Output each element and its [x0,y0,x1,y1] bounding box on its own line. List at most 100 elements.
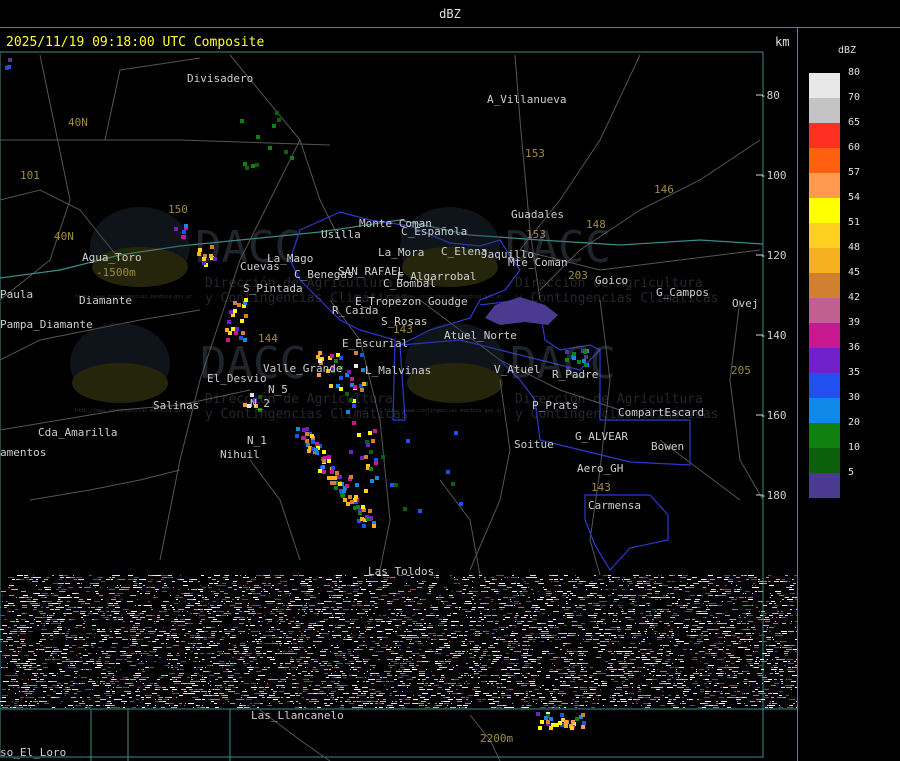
noise-pixel [661,575,662,576]
noise-pixel [332,597,337,598]
noise-pixel [640,671,641,672]
noise-pixel [768,575,771,576]
place-label: 144 [258,332,278,345]
noise-pixel [58,587,61,588]
noise-pixel [662,667,663,668]
noise-pixel [7,663,8,664]
noise-pixel [204,609,208,610]
noise-pixel [730,657,735,658]
place-label: L_Malvinas [365,364,431,377]
noise-pixel [203,671,208,672]
noise-pixel [519,603,521,604]
noise-pixel [98,607,103,608]
noise-pixel [340,671,343,672]
noise-pixel [62,607,64,608]
noise-pixel [725,673,726,674]
noise-pixel [204,639,207,640]
noise-pixel [177,663,180,664]
noise-pixel [108,611,109,612]
radar-echo [418,509,422,513]
noise-pixel [377,575,381,576]
noise-pixel [708,579,709,580]
noise-pixel [65,645,69,646]
noise-pixel [419,675,425,676]
radar-echo [374,458,378,462]
noise-pixel [758,591,763,592]
noise-pixel [429,585,435,586]
noise-pixel [578,647,583,648]
noise-pixel [599,629,603,630]
noise-pixel [586,633,592,634]
noise-pixel [728,645,731,646]
noise-pixel [418,623,422,624]
place-label: Guadales [511,208,564,221]
noise-pixel [512,631,513,632]
noise-pixel [571,613,573,614]
noise-pixel [372,597,378,598]
noise-pixel [582,663,588,664]
noise-pixel [290,661,294,662]
noise-pixel [418,613,422,614]
noise-pixel [53,637,54,638]
noise-pixel [238,631,243,632]
noise-pixel [558,633,564,634]
noise-pixel [29,579,33,580]
noise-pixel [430,613,431,614]
noise-pixel [491,663,494,664]
noise-pixel [427,627,433,628]
noise-pixel [240,633,241,634]
noise-pixel [298,625,300,626]
noise-pixel [331,607,334,608]
noise-pixel [521,587,527,588]
noise-pixel [405,605,408,606]
radar-echo [353,506,357,510]
noise-pixel [746,665,747,666]
noise-pixel [354,595,359,596]
noise-pixel [746,659,749,660]
noise-pixel [72,593,77,594]
noise-pixel [253,593,259,594]
noise-pixel [645,633,646,634]
noise-pixel [740,641,741,642]
noise-pixel [108,667,111,668]
noise-pixel [528,621,532,622]
noise-pixel [591,639,592,640]
noise-pixel [693,673,699,674]
noise-pixel [239,623,244,624]
noise-pixel [286,637,292,638]
noise-pixel [748,621,753,622]
noise-pixel [470,643,471,644]
noise-pixel [172,633,177,634]
noise-pixel [796,609,797,610]
noise-pixel [273,657,274,658]
noise-pixel [21,619,26,620]
noise-pixel [580,671,586,672]
noise-pixel [247,641,248,642]
noise-pixel [168,653,171,654]
noise-pixel [74,579,77,580]
noise-pixel [340,663,343,664]
radar-echo [564,720,568,724]
noise-pixel [446,589,448,590]
radar-map-panel[interactable]: DACC Dirección de Agricultura y Continge… [0,28,798,761]
noise-pixel [137,673,141,674]
noise-pixel [284,615,285,616]
noise-pixel [708,669,709,670]
noise-pixel [734,673,735,674]
radar-echo [209,254,213,258]
radar-map[interactable]: DACC Dirección de Agricultura y Continge… [0,28,798,761]
noise-pixel [689,587,691,588]
noise-pixel [783,631,787,632]
noise-pixel [579,653,584,654]
noise-pixel [464,579,467,580]
noise-pixel [256,641,259,642]
radar-echo [315,451,319,455]
noise-pixel [348,637,351,638]
noise-pixel [64,615,66,616]
noise-pixel [693,657,697,658]
noise-pixel [388,609,391,610]
noise-pixel [609,615,610,616]
noise-pixel [39,669,42,670]
noise-pixel [242,657,245,658]
noise-pixel [501,669,507,670]
